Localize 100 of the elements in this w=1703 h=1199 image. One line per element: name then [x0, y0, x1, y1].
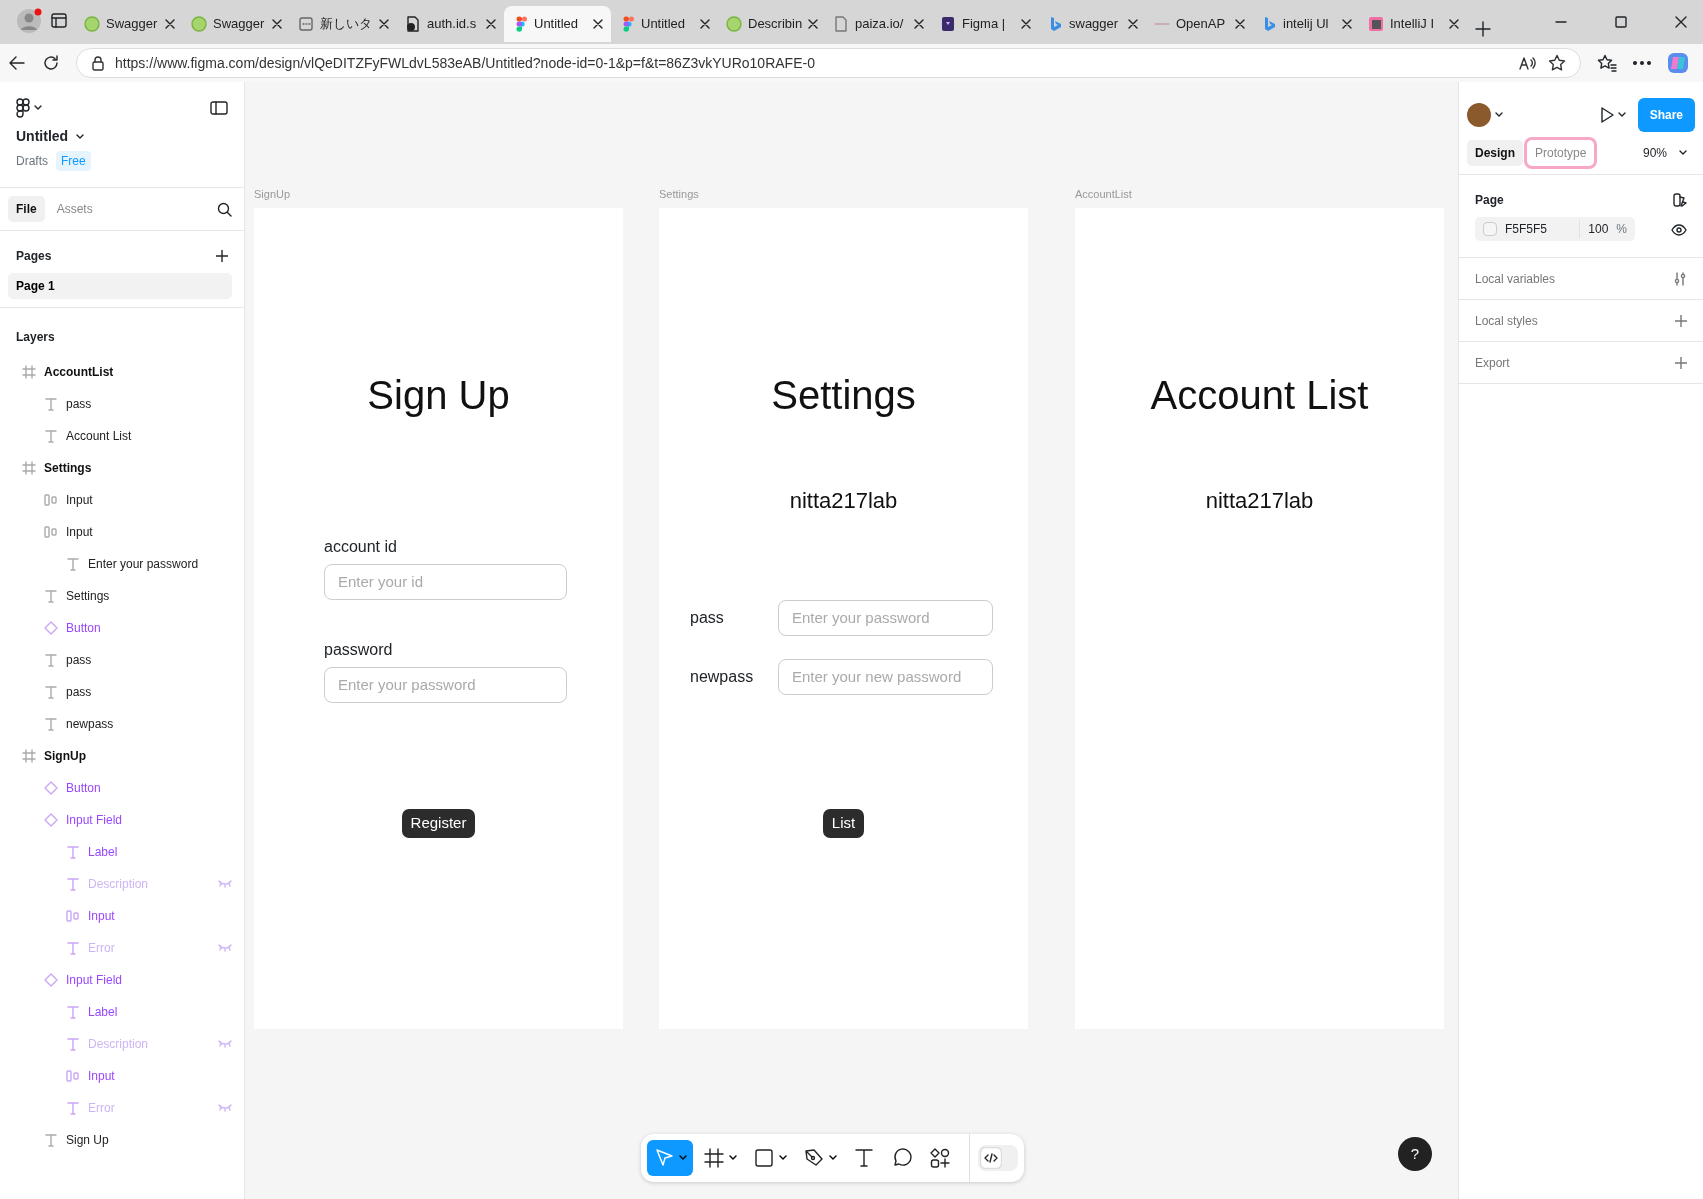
- styles-icon[interactable]: [1673, 193, 1687, 207]
- browser-tab[interactable]: Swagger: [183, 6, 290, 42]
- avatar[interactable]: [1467, 103, 1491, 127]
- close-icon[interactable]: [914, 19, 924, 29]
- more-icon[interactable]: [1633, 61, 1651, 65]
- layer-item[interactable]: Input: [0, 900, 244, 932]
- layer-item[interactable]: Settings: [0, 452, 244, 484]
- panel-toggle-icon[interactable]: [210, 101, 228, 115]
- file-name[interactable]: Untitled: [16, 126, 69, 147]
- color-swatch[interactable]: [1483, 222, 1497, 236]
- browser-tab[interactable]: Swagger: [76, 6, 183, 42]
- layer-item[interactable]: pass: [0, 644, 244, 676]
- section-title[interactable]: Export: [1475, 353, 1510, 372]
- address-bar[interactable]: https://www.figma.com/design/vlQeDITZFyFWLdvL583eAB/Untitled?node-id=0-1&p=f&t=86Z3vkYURo10RAFE-0: [76, 48, 1581, 78]
- browser-tab[interactable]: 新しいタ: [290, 6, 397, 42]
- refresh-icon[interactable]: [42, 54, 60, 72]
- action-button[interactable]: List: [822, 809, 865, 838]
- maximize-icon[interactable]: [1615, 16, 1627, 28]
- close-icon[interactable]: [593, 19, 603, 29]
- browser-tab[interactable]: intelij Ul: [1253, 6, 1360, 42]
- layer-item[interactable]: SignUp: [0, 740, 244, 772]
- layer-item[interactable]: Button: [0, 772, 244, 804]
- text-icon: [44, 589, 58, 603]
- layer-item[interactable]: Sign Up: [0, 1124, 244, 1156]
- caret-icon[interactable]: [76, 133, 85, 140]
- panel-tab[interactable]: Prototype: [1527, 140, 1595, 166]
- browser-tab[interactable]: paiza.io/: [825, 6, 932, 42]
- read-aloud-icon[interactable]: [1518, 55, 1538, 71]
- auto-layout-icon: [66, 1069, 80, 1083]
- layer-item[interactable]: Input: [0, 484, 244, 516]
- dev-mode-toggle[interactable]: [978, 1145, 1018, 1171]
- browser-tab[interactable]: IntelliJ I: [1360, 6, 1467, 42]
- close-icon[interactable]: [272, 19, 282, 29]
- layer-item[interactable]: pass: [0, 676, 244, 708]
- zoom-level[interactable]: 90%: [1634, 140, 1675, 166]
- caret-icon[interactable]: [1495, 112, 1503, 118]
- caret-icon[interactable]: [1617, 112, 1626, 118]
- layer-item[interactable]: Button: [0, 612, 244, 644]
- layer-item[interactable]: AccountList: [0, 356, 244, 388]
- close-icon[interactable]: [1021, 19, 1031, 29]
- text-icon: [66, 845, 80, 859]
- layer-item[interactable]: Input: [0, 516, 244, 548]
- close-icon[interactable]: [700, 19, 710, 29]
- action-button[interactable]: Register: [401, 809, 476, 838]
- username-text: nitta217lab: [788, 487, 899, 515]
- browser-tab[interactable]: auth.id.s: [397, 6, 504, 42]
- browser-tab[interactable]: OpenAP: [1146, 6, 1253, 42]
- close-icon[interactable]: [486, 19, 496, 29]
- layer-item[interactable]: Input Field: [0, 804, 244, 836]
- close-icon[interactable]: [379, 19, 389, 29]
- section-title[interactable]: Local styles: [1475, 311, 1538, 330]
- page-item[interactable]: Page 1: [8, 273, 232, 299]
- variables-icon[interactable]: [1673, 271, 1687, 286]
- figma-logo-icon[interactable]: [16, 98, 30, 118]
- panel-tab[interactable]: Design: [1467, 140, 1523, 166]
- frame-icon: [22, 749, 36, 763]
- layer-item[interactable]: Input: [0, 1060, 244, 1092]
- star-icon[interactable]: [1548, 54, 1566, 72]
- new-tab-icon[interactable]: [1475, 20, 1491, 37]
- text-icon: [44, 1133, 58, 1147]
- caret-icon[interactable]: [1679, 150, 1687, 156]
- close-icon[interactable]: [1128, 19, 1138, 29]
- frame-heading: Account List: [1149, 372, 1370, 419]
- close-icon[interactable]: [1675, 16, 1687, 28]
- browser-tab[interactable]: Figma |: [932, 6, 1039, 42]
- layer-item[interactable]: Label: [0, 836, 244, 868]
- close-icon[interactable]: [1342, 19, 1352, 29]
- layer-item[interactable]: Input Field: [0, 964, 244, 996]
- browser-tab[interactable]: swagger: [1039, 6, 1146, 42]
- close-icon[interactable]: [808, 19, 819, 29]
- layer-item[interactable]: Enter your password: [0, 548, 244, 580]
- section-title[interactable]: Local variables: [1475, 269, 1556, 288]
- text-icon: [66, 557, 80, 571]
- search-icon[interactable]: [217, 202, 232, 218]
- layer-item[interactable]: pass: [0, 388, 244, 420]
- profile-icon[interactable]: [16, 8, 42, 34]
- copilot-icon[interactable]: [1667, 52, 1689, 74]
- layer-item[interactable]: Settings: [0, 580, 244, 612]
- color-field[interactable]: F5F5F5 100 %: [1475, 217, 1635, 241]
- lock-icon: [91, 55, 105, 71]
- site-icon: [726, 16, 742, 32]
- add-icon[interactable]: [216, 250, 228, 262]
- favorites-icon[interactable]: [1597, 54, 1617, 72]
- browser-tab[interactable]: Untitled: [611, 6, 718, 42]
- play-icon[interactable]: [1599, 107, 1614, 123]
- close-icon[interactable]: [1449, 19, 1459, 29]
- layer-item[interactable]: newpass: [0, 708, 244, 740]
- help-button[interactable]: ?: [1398, 1137, 1432, 1171]
- back-icon[interactable]: [8, 54, 26, 72]
- caret-icon[interactable]: [34, 105, 42, 111]
- browser-tab[interactable]: Untitled: [504, 6, 611, 42]
- layer-item[interactable]: Label: [0, 996, 244, 1028]
- close-icon[interactable]: [165, 19, 175, 29]
- browser-tab[interactable]: Describin: [718, 6, 825, 42]
- frame-icon: [22, 365, 36, 379]
- panel-tab[interactable]: File: [8, 196, 45, 222]
- layer-item[interactable]: Account List: [0, 420, 244, 452]
- close-icon[interactable]: [1235, 19, 1245, 29]
- panel-tab[interactable]: Assets: [48, 196, 101, 222]
- eye-icon[interactable]: [1671, 223, 1687, 236]
